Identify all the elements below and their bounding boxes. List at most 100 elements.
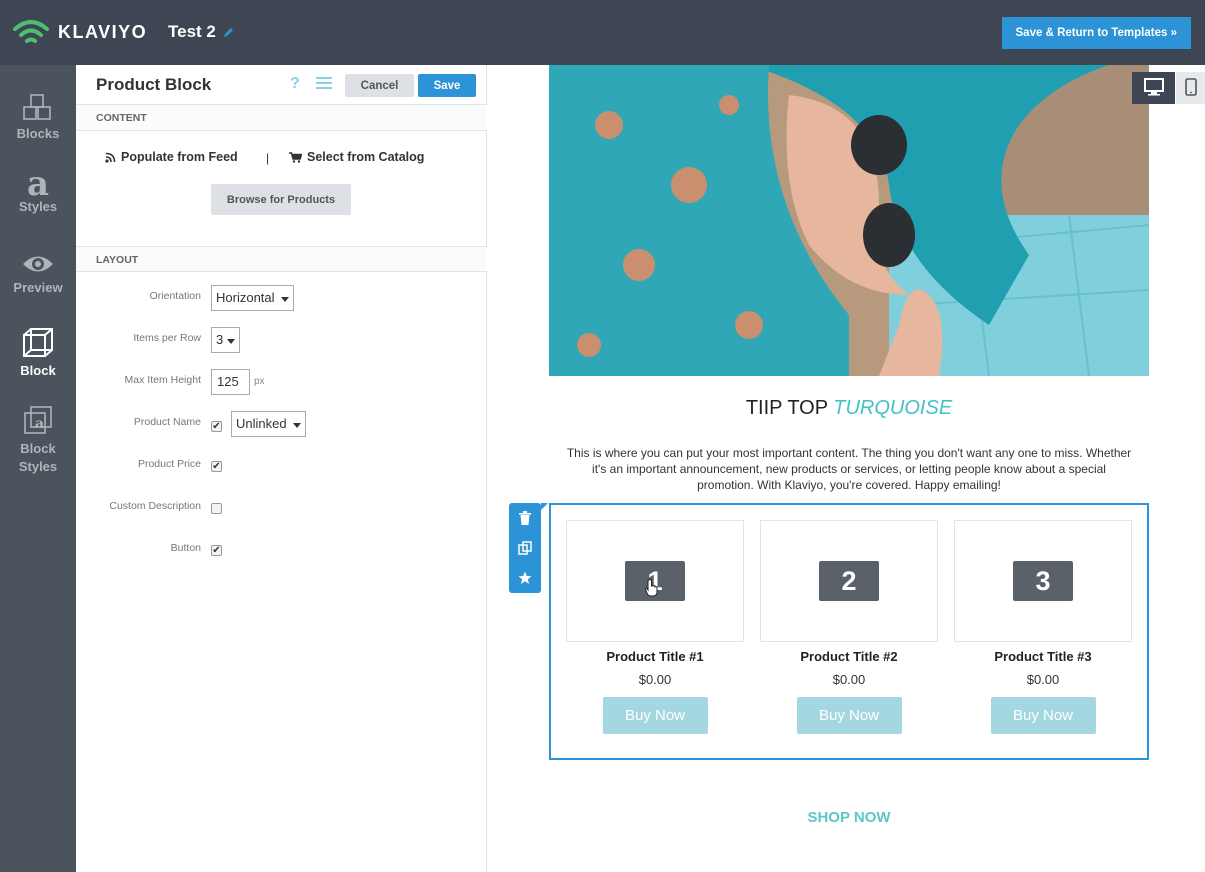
chevron-down-icon bbox=[227, 339, 235, 344]
nav-label-block-styles: Block Styles bbox=[18, 441, 58, 474]
product-number-badge: 3 bbox=[1013, 561, 1073, 601]
buy-now-button[interactable]: Buy Now bbox=[990, 697, 1096, 734]
svg-text:a: a bbox=[35, 416, 44, 432]
headline-main: TIIP TOP bbox=[745, 397, 834, 419]
button-label: Button bbox=[170, 542, 201, 554]
cart-icon bbox=[289, 151, 302, 163]
help-icon[interactable]: ? bbox=[290, 75, 300, 93]
menu-icon[interactable] bbox=[316, 77, 332, 90]
wifi-logo-icon bbox=[13, 20, 49, 43]
product-image-placeholder[interactable]: 2 bbox=[760, 520, 938, 642]
pencil-icon[interactable] bbox=[222, 26, 235, 39]
trash-icon bbox=[519, 511, 531, 525]
desktop-view-toggle[interactable] bbox=[1132, 72, 1175, 104]
mobile-icon bbox=[1184, 77, 1197, 96]
block-toolbar bbox=[509, 503, 541, 593]
product-name-checkbox[interactable]: ✔ bbox=[211, 421, 222, 432]
product-price-checkbox[interactable]: ✔ bbox=[211, 461, 222, 472]
orientation-value: Horizontal bbox=[216, 290, 275, 305]
orientation-select[interactable]: Horizontal bbox=[211, 285, 294, 311]
items-per-row-value: 3 bbox=[216, 332, 224, 347]
star-icon bbox=[518, 571, 532, 584]
buy-now-button[interactable]: Buy Now bbox=[602, 697, 708, 734]
styles-icon: a bbox=[26, 164, 50, 204]
klaviyo-logo[interactable]: KLAVIYO bbox=[12, 17, 147, 47]
blocks-icon bbox=[23, 94, 51, 120]
email-headline[interactable]: TIIP TOP TURQUOISE bbox=[549, 397, 1149, 420]
custom-description-checkbox[interactable] bbox=[211, 503, 222, 514]
nav-item-preview[interactable]: Preview bbox=[0, 251, 76, 295]
link-separator: | bbox=[266, 151, 270, 165]
nav-item-block[interactable]: Block bbox=[0, 326, 76, 378]
panel-title: Product Block bbox=[96, 75, 212, 94]
product-name-label: Product Name bbox=[133, 416, 201, 428]
nav-label-blocks: Blocks bbox=[16, 126, 60, 141]
product-title: Product Title #2 bbox=[800, 649, 898, 664]
nav-item-styles[interactable]: a Styles bbox=[0, 164, 76, 214]
hand-cursor-icon bbox=[645, 579, 658, 597]
select-from-catalog-link[interactable]: Select from Catalog bbox=[289, 150, 424, 164]
custom-description-label: Custom Description bbox=[109, 500, 201, 512]
product-price: $0.00 bbox=[1026, 672, 1060, 687]
orientation-label: Orientation bbox=[149, 290, 201, 302]
product-card[interactable]: 1 Product Title #1 $0.00 Buy Now bbox=[566, 520, 744, 734]
block-styles-icon: a bbox=[24, 406, 52, 434]
nav-label-block: Block bbox=[20, 363, 56, 378]
panel-header: Product Block ? Cancel Save bbox=[76, 65, 487, 105]
email-canvas: TIIP TOP TURQUOISE This is where you can… bbox=[487, 65, 1205, 872]
items-per-row-label: Items per Row bbox=[133, 332, 201, 344]
shop-now-link[interactable]: SHOP NOW bbox=[549, 809, 1149, 826]
toolbar-pointer bbox=[541, 503, 548, 510]
content-section-header: CONTENT bbox=[76, 105, 487, 131]
chevron-down-icon bbox=[281, 297, 289, 302]
hero-image[interactable] bbox=[549, 65, 1149, 376]
items-per-row-select[interactable]: 3 bbox=[211, 327, 240, 353]
product-number-badge: 2 bbox=[819, 561, 879, 601]
duplicate-block-button[interactable] bbox=[509, 533, 541, 563]
top-bar: KLAVIYO Test 2 Save & Return to Template… bbox=[0, 0, 1205, 65]
product-price: $0.00 bbox=[638, 672, 672, 687]
product-title: Product Title #3 bbox=[994, 649, 1092, 664]
copy-icon bbox=[518, 541, 532, 555]
document-title[interactable]: Test 2 bbox=[168, 22, 235, 42]
nav-label-styles: Styles bbox=[18, 199, 58, 214]
headline-accent: TURQUOISE bbox=[833, 397, 953, 419]
mobile-view-toggle[interactable] bbox=[1176, 72, 1205, 104]
delete-block-button[interactable] bbox=[509, 503, 541, 533]
document-title-text: Test 2 bbox=[168, 22, 216, 41]
left-nav: Blocks a Styles Preview Block a Block St… bbox=[0, 65, 83, 872]
select-from-catalog-label: Select from Catalog bbox=[307, 150, 425, 164]
product-image-placeholder[interactable]: 1 bbox=[566, 520, 744, 642]
favorite-block-button[interactable] bbox=[509, 563, 541, 593]
desktop-icon bbox=[1143, 77, 1164, 95]
layout-section-header: LAYOUT bbox=[76, 246, 487, 272]
product-name-link-select[interactable]: Unlinked bbox=[231, 411, 306, 437]
product-price-label: Product Price bbox=[137, 458, 201, 470]
save-return-button[interactable]: Save & Return to Templates » bbox=[1001, 17, 1191, 49]
rss-icon bbox=[105, 152, 116, 163]
brand-name: KLAVIYO bbox=[58, 21, 148, 42]
product-block-panel: Product Block ? Cancel Save CONTENT Popu… bbox=[76, 65, 487, 872]
max-item-height-unit: px bbox=[254, 376, 265, 387]
product-card[interactable]: 3 Product Title #3 $0.00 Buy Now bbox=[954, 520, 1132, 734]
max-item-height-label: Max Item Height bbox=[124, 374, 201, 386]
browse-for-products-button[interactable]: Browse for Products bbox=[211, 184, 351, 215]
populate-from-feed-link[interactable]: Populate from Feed bbox=[105, 150, 238, 164]
email-body-text[interactable]: This is where you can put your most impo… bbox=[564, 445, 1134, 493]
product-title: Product Title #1 bbox=[606, 649, 704, 664]
cancel-button[interactable]: Cancel bbox=[345, 74, 414, 97]
chevron-down-icon bbox=[293, 423, 301, 428]
product-image-placeholder[interactable]: 3 bbox=[954, 520, 1132, 642]
nav-item-blocks[interactable]: Blocks bbox=[0, 93, 76, 141]
button-checkbox[interactable]: ✔ bbox=[211, 545, 222, 556]
hero-photo bbox=[549, 65, 1149, 376]
nav-item-block-styles[interactable]: a Block Styles bbox=[0, 405, 76, 476]
product-name-link-value: Unlinked bbox=[236, 416, 287, 431]
product-price: $0.00 bbox=[832, 672, 866, 687]
product-card[interactable]: 2 Product Title #2 $0.00 Buy Now bbox=[760, 520, 938, 734]
save-button[interactable]: Save bbox=[418, 74, 476, 97]
buy-now-button[interactable]: Buy Now bbox=[796, 697, 902, 734]
eye-icon bbox=[23, 256, 53, 272]
max-item-height-input[interactable]: 125 bbox=[211, 369, 250, 395]
nav-label-preview: Preview bbox=[13, 280, 63, 295]
